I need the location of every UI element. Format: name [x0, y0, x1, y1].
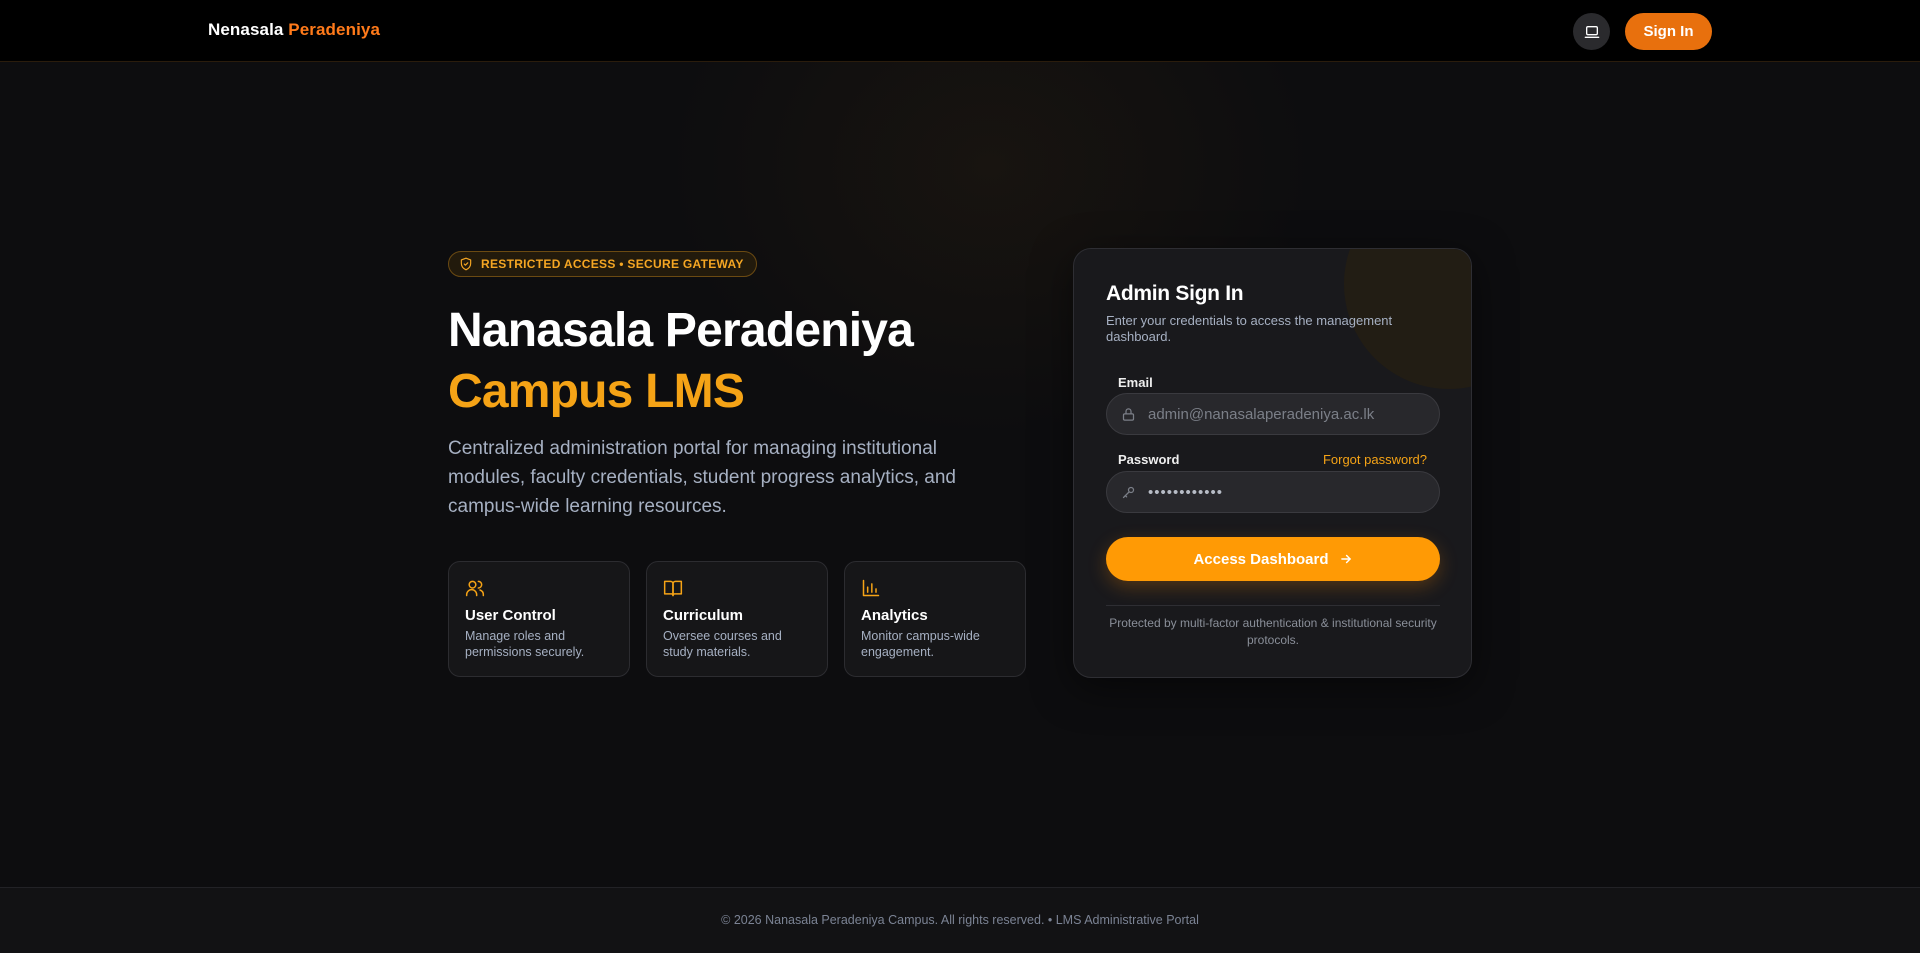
feature-title: Curriculum	[663, 607, 744, 624]
access-dashboard-label: Access Dashboard	[1193, 550, 1329, 568]
access-dashboard-button[interactable]: Access Dashboard	[1106, 537, 1440, 581]
badge-text: RESTRICTED ACCESS • SECURE GATEWAY	[481, 257, 744, 271]
email-field[interactable]: admin@nanasalaperadeniya.ac.lk	[1106, 393, 1440, 435]
footer-copyright: © 2026 Nanasala Peradeniya Campus. All r…	[721, 913, 1199, 927]
sign-in-title: Admin Sign In	[1106, 282, 1244, 305]
password-label: Password	[1118, 452, 1180, 467]
admin-sign-in-card: Admin Sign In Enter your credentials to …	[1073, 248, 1472, 678]
lock-icon	[1122, 407, 1135, 421]
password-value: ••••••••••••	[1148, 483, 1224, 501]
page-title: Nanasala Peradeniya Campus LMS	[448, 300, 914, 422]
feature-card-analytics: Analytics Monitor campus-wide engagement…	[844, 561, 1026, 677]
feature-title: Analytics	[861, 607, 928, 624]
theme-toggle-button[interactable]	[1573, 13, 1610, 50]
forgot-password-link[interactable]: Forgot password?	[1323, 452, 1427, 467]
key-icon	[1122, 486, 1135, 498]
users-icon	[465, 580, 485, 597]
feature-description: Oversee courses and study materials.	[663, 629, 782, 659]
feature-description: Manage roles and permissions securely.	[465, 629, 585, 659]
feature-card-user-control: User Control Manage roles and permission…	[448, 561, 630, 677]
feature-card-curriculum: Curriculum Oversee courses and study mat…	[646, 561, 828, 677]
sign-in-subtitle: Enter your credentials to access the man…	[1106, 313, 1393, 344]
hero-description: Centralized administration portal for ma…	[448, 438, 956, 517]
password-field[interactable]: ••••••••••••	[1106, 471, 1440, 513]
brand-name-accent: Peradeniya	[288, 20, 381, 39]
book-open-icon	[663, 580, 683, 597]
email-placeholder: admin@nanasalaperadeniya.ac.lk	[1148, 405, 1375, 423]
brand-name-primary: Nenasala	[208, 20, 284, 39]
page-title-line1: Nanasala Peradeniya	[448, 304, 914, 357]
arrow-right-icon	[1340, 554, 1351, 564]
security-note: Protected by multi-factor authentication…	[1109, 616, 1437, 647]
shield-check-icon	[460, 257, 472, 271]
restricted-access-badge: RESTRICTED ACCESS • SECURE GATEWAY	[448, 251, 757, 277]
sign-in-button[interactable]: Sign In	[1625, 13, 1712, 50]
email-label: Email	[1118, 375, 1153, 390]
bar-chart-icon	[862, 579, 880, 597]
card-divider	[1106, 605, 1440, 606]
top-navbar: Nenasala Peradeniya Sign In	[0, 0, 1920, 62]
feature-description: Monitor campus-wide engagement.	[861, 629, 980, 659]
laptop-icon	[1584, 25, 1599, 38]
page-title-line2: Campus LMS	[448, 365, 745, 418]
brand-logo[interactable]: Nenasala Peradeniya	[208, 20, 380, 40]
feature-title: User Control	[465, 607, 556, 624]
page-footer: © 2026 Nanasala Peradeniya Campus. All r…	[0, 887, 1920, 953]
